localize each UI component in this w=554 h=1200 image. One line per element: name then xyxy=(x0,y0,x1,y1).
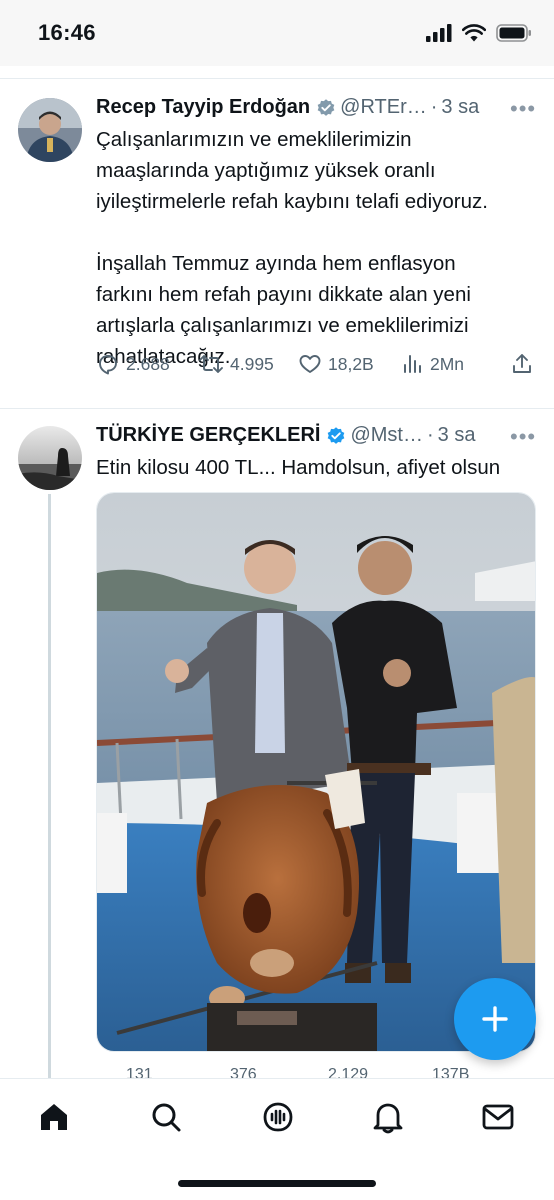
top-divider xyxy=(0,78,554,79)
status-time: 16:46 xyxy=(38,20,96,45)
nav-home[interactable] xyxy=(34,1097,74,1137)
author-name[interactable]: TÜRKİYE GERÇEKLERİ xyxy=(96,424,320,447)
cellular-signal-icon xyxy=(426,24,452,42)
dot-separator: · xyxy=(430,96,438,118)
retweet-icon xyxy=(199,355,223,373)
avatar-image xyxy=(18,426,82,490)
avatar-image xyxy=(18,98,82,162)
share-icon xyxy=(513,354,531,373)
reply-count: 2.688 xyxy=(126,353,170,374)
heart-icon xyxy=(299,355,321,373)
notifications-icon xyxy=(373,1103,403,1134)
nav-spaces[interactable] xyxy=(258,1097,298,1137)
tweet-time[interactable]: 3 sa xyxy=(441,96,479,119)
tweet-header: Recep Tayyip Erdoğan @RTEr… · 3 sa xyxy=(96,96,479,119)
photo-image xyxy=(97,493,535,1051)
nav-notifications[interactable] xyxy=(368,1097,408,1137)
avatar[interactable] xyxy=(18,98,82,162)
tweet-time[interactable]: 3 sa xyxy=(438,424,476,447)
more-options-icon[interactable]: ••• xyxy=(510,424,536,450)
views-count: 2Mn xyxy=(430,353,465,374)
retweet-count: 4.995 xyxy=(230,353,274,374)
tweet-photo[interactable] xyxy=(96,492,536,1052)
home-indicator xyxy=(178,1180,376,1187)
views-icon xyxy=(404,355,421,373)
views-button[interactable]: 2Mn xyxy=(402,352,464,376)
author-name[interactable]: Recep Tayyip Erdoğan xyxy=(96,96,310,119)
reply-icon xyxy=(99,355,117,375)
share-button[interactable] xyxy=(510,352,534,376)
home-icon xyxy=(41,1104,67,1130)
tweet-header: TÜRKİYE GERÇEKLERİ @Mst… · 3 sa xyxy=(96,424,475,447)
spaces-icon xyxy=(263,1102,293,1132)
dot-separator: · xyxy=(427,424,434,446)
more-options-icon[interactable]: ••• xyxy=(510,96,536,122)
tweet-text: Etin kilosu 400 TL... Hamdolsun, afiyet … xyxy=(96,456,501,479)
like-count: 18,2B xyxy=(328,353,374,374)
like-button[interactable]: 18,2B xyxy=(298,352,374,376)
status-icons xyxy=(426,24,532,42)
nav-messages[interactable] xyxy=(478,1097,518,1137)
tweet-divider xyxy=(0,408,554,409)
status-bar: 16:46 xyxy=(0,0,554,66)
avatar[interactable] xyxy=(18,426,82,490)
tweet-text: Çalışanlarımızın ve emeklilerimizin maaş… xyxy=(96,128,488,368)
retweet-button[interactable]: 4.995 xyxy=(198,352,274,376)
nav-search[interactable] xyxy=(146,1097,186,1137)
reply-button[interactable]: 2.688 xyxy=(96,352,170,376)
search-icon xyxy=(152,1103,181,1132)
messages-icon xyxy=(482,1104,514,1130)
thread-line xyxy=(48,494,51,1084)
plus-icon xyxy=(482,1006,508,1032)
compose-tweet-button[interactable] xyxy=(454,978,536,1060)
wifi-icon xyxy=(462,24,486,42)
author-handle[interactable]: @Mst… xyxy=(350,424,423,447)
battery-icon xyxy=(496,24,531,42)
verified-badge-icon xyxy=(326,426,346,446)
author-handle[interactable]: @RTEr… xyxy=(340,96,427,119)
verified-badge-icon xyxy=(316,98,336,118)
